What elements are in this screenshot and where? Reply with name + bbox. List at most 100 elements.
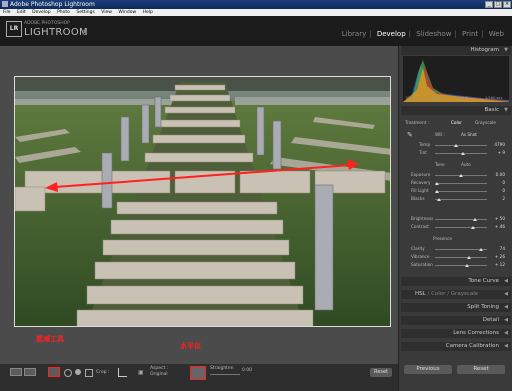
recovery-slider-thumb[interactable] xyxy=(435,182,439,185)
reset-button[interactable]: Reset xyxy=(457,365,505,374)
menu-develop[interactable]: Develop xyxy=(32,10,51,15)
hist-info-focal: 40 mm xyxy=(431,96,444,100)
tone-label: Tone xyxy=(435,162,445,167)
fill-light-slider-track[interactable] xyxy=(435,191,487,192)
blacks-value[interactable]: 2 xyxy=(491,196,505,201)
brightness-value[interactable]: + 50 xyxy=(491,216,505,221)
aspect-label: Aspect : xyxy=(150,366,169,371)
blacks-slider-track[interactable] xyxy=(435,199,487,200)
vibrance-slider-thumb[interactable] xyxy=(467,256,471,259)
saturation-slider-thumb[interactable] xyxy=(465,264,469,267)
presence-label: Presence xyxy=(433,236,452,241)
red-eye-icon[interactable] xyxy=(75,369,81,375)
histogram-title: Histogram xyxy=(470,47,499,53)
fill-light-value[interactable]: 0 xyxy=(491,188,505,193)
temp-slider-track[interactable] xyxy=(435,145,487,146)
clarity-label: Clarity xyxy=(411,246,425,251)
wb-select[interactable]: As Shot xyxy=(461,132,477,137)
module-slideshow[interactable]: Slideshow xyxy=(416,30,451,38)
split-toning-header[interactable]: Split Toning ◀ xyxy=(401,303,511,312)
hist-info-iso: 100 ISO xyxy=(405,96,420,100)
saturation-value[interactable]: + 12 xyxy=(491,262,505,267)
clarity-slider-thumb[interactable] xyxy=(479,248,483,251)
tone-auto-button[interactable]: Auto xyxy=(461,162,471,167)
menu-help[interactable]: Help xyxy=(143,10,153,15)
module-web[interactable]: Web xyxy=(489,30,504,38)
exposure-slider-thumb[interactable] xyxy=(459,174,463,177)
detail-title: Detail xyxy=(482,317,499,323)
menu-settings[interactable]: Settings xyxy=(76,10,94,15)
blacks-slider-thumb[interactable] xyxy=(437,198,441,201)
brightness-slider-thumb[interactable] xyxy=(473,218,477,221)
treatment-grayscale-option[interactable]: Grayscale xyxy=(475,120,496,125)
straighten-value[interactable]: 0.00 xyxy=(242,368,252,373)
eyedropper-icon[interactable]: ✎ xyxy=(407,132,414,139)
brand-top-line: ADOBE PHOTOSHOP xyxy=(24,21,70,26)
crop-frame-icon[interactable] xyxy=(118,368,127,377)
contrast-slider-track[interactable] xyxy=(435,227,487,228)
brand-version: 3 xyxy=(82,29,87,37)
exposure-value[interactable]: 0.00 xyxy=(491,172,505,177)
recovery-value[interactable]: 0 xyxy=(491,180,505,185)
module-picker: Library | Develop | Slideshow | Print | Web xyxy=(341,30,504,38)
contrast-value[interactable]: + 46 xyxy=(491,224,505,229)
module-print[interactable]: Print xyxy=(462,30,478,38)
crop-tool-icon[interactable] xyxy=(48,367,60,377)
menu-edit[interactable]: Edit xyxy=(17,10,26,15)
tint-slider-thumb[interactable] xyxy=(461,152,465,155)
contrast-slider-thumb[interactable] xyxy=(471,226,475,229)
detail-header[interactable]: Detail ◀ xyxy=(401,316,511,325)
hsl-grayscale-tab[interactable]: Grayscale xyxy=(451,291,478,297)
temp-slider-thumb[interactable] xyxy=(454,144,458,147)
window-title: Adobe Photoshop Lightroom xyxy=(10,1,95,8)
close-button[interactable]: × xyxy=(503,1,511,8)
crop-tool-annotation: 裁减工具 xyxy=(36,335,64,343)
aspect-select[interactable]: Original xyxy=(150,372,168,377)
vibrance-slider-track[interactable] xyxy=(435,257,487,258)
menu-photo[interactable]: Photo xyxy=(57,10,70,15)
vibrance-value[interactable]: + 26 xyxy=(491,254,505,259)
blacks-label: Blacks xyxy=(411,196,425,201)
tone-curve-header[interactable]: Tone Curve ◀ xyxy=(401,277,511,286)
brightness-slider-track[interactable] xyxy=(435,219,487,220)
menu-window[interactable]: Window xyxy=(118,10,136,15)
hsl-header[interactable]: HSL / Color / Grayscale ◀ xyxy=(401,290,511,299)
graduated-filter-icon[interactable] xyxy=(85,369,93,377)
spot-removal-icon[interactable] xyxy=(64,369,72,377)
tint-value[interactable]: + 9 xyxy=(491,150,505,155)
saturation-slider-track[interactable] xyxy=(435,265,487,266)
straighten-slider-track[interactable] xyxy=(210,374,240,375)
app-icon xyxy=(2,1,8,7)
lens-corrections-title: Lens Corrections xyxy=(453,330,499,336)
treatment-label: Treatment : xyxy=(405,120,430,125)
straighten-tool-icon[interactable] xyxy=(190,366,206,380)
treatment-color-option[interactable]: Color xyxy=(451,120,462,125)
saturation-label: Saturation xyxy=(411,262,433,267)
minimize-button[interactable]: _ xyxy=(485,1,493,8)
menu-bar: File Edit Develop Photo Settings View Wi… xyxy=(0,9,512,16)
maximize-button[interactable]: □ xyxy=(494,1,502,8)
histogram-header[interactable]: Histogram ▼ xyxy=(401,46,511,55)
hsl-tab[interactable]: HSL xyxy=(415,291,426,297)
temp-value[interactable]: 4790 xyxy=(491,142,505,147)
lens-corrections-header[interactable]: Lens Corrections ◀ xyxy=(401,329,511,338)
crop-reset-button[interactable]: Reset xyxy=(370,368,392,377)
fill-light-slider-thumb[interactable] xyxy=(435,190,439,193)
hsl-color-tab[interactable]: Color xyxy=(431,291,445,297)
before-after-icon[interactable] xyxy=(24,368,36,376)
loupe-view-icon[interactable] xyxy=(10,368,22,376)
lock-icon[interactable]: ▣ xyxy=(138,369,144,376)
recovery-slider-track[interactable] xyxy=(435,183,487,184)
menu-view[interactable]: View xyxy=(101,10,112,15)
module-library[interactable]: Library xyxy=(342,30,366,38)
basic-header[interactable]: Basic ▼ xyxy=(401,106,511,115)
previous-button[interactable]: Previous xyxy=(404,365,452,374)
menu-file[interactable]: File xyxy=(3,10,11,15)
module-develop[interactable]: Develop xyxy=(377,30,406,38)
crop-label: Crop : xyxy=(96,370,110,375)
camera-calibration-title: Camera Calibration xyxy=(445,343,499,349)
photo-preview[interactable] xyxy=(14,76,391,327)
camera-calibration-header[interactable]: Camera Calibration ◀ xyxy=(401,342,511,351)
clarity-value[interactable]: 74 xyxy=(491,246,505,251)
basic-title: Basic xyxy=(484,107,499,113)
